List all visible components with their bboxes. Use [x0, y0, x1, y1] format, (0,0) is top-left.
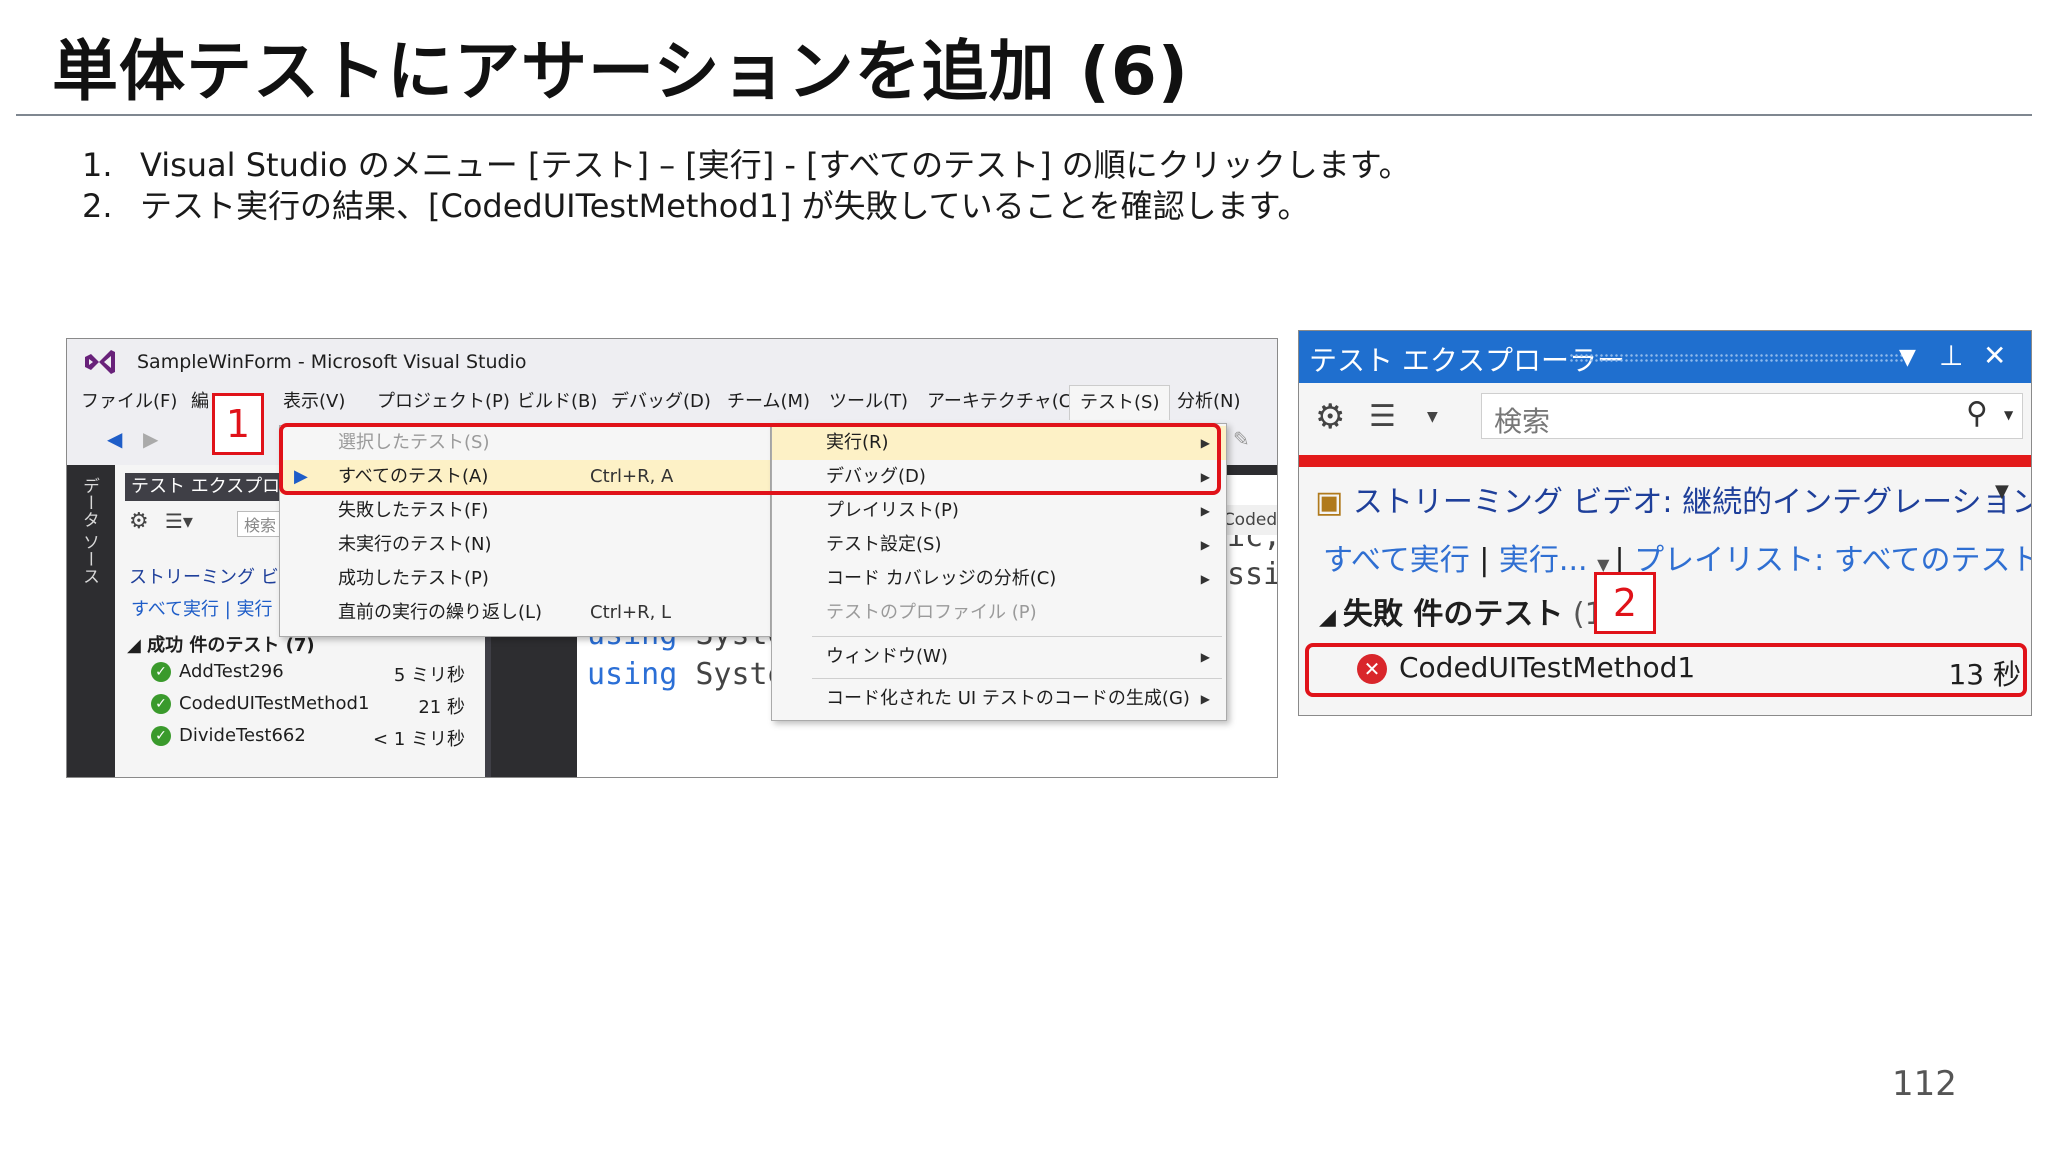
submenu-arrow-icon: ▶ [1200, 572, 1210, 586]
menu-project[interactable]: プロジェクト(P) [377, 385, 510, 419]
step-number: 1. [82, 146, 113, 184]
pin-icon[interactable]: ⊥ [1939, 339, 1963, 372]
menu-item-test-settings[interactable]: テスト設定(S) ▶ [772, 528, 1226, 562]
menu-item-generate-coded-ui[interactable]: コード化された UI テストのコードの生成(G) ▶ [772, 682, 1226, 716]
test-duration: < 1 ミリ秒 [373, 729, 465, 750]
menu-tools[interactable]: ツール(T) [829, 385, 908, 419]
step-1: 1. Visual Studio のメニュー [テスト] – [実行] - [すべ… [82, 140, 1411, 186]
page-number: 112 [1892, 1064, 1957, 1104]
menu-item-playlist[interactable]: プレイリスト(P) ▶ [772, 494, 1226, 528]
menu-item-window[interactable]: ウィンドウ(W) ▶ [772, 640, 1226, 674]
playlist-link[interactable]: ストリーミング ビ [129, 563, 279, 589]
back-icon[interactable]: ◀ [107, 427, 122, 451]
title-divider [16, 114, 2032, 116]
menu-item-repeat-last-run[interactable]: 直前の実行の繰り返し(L) Ctrl+R, L [280, 596, 770, 630]
menu-view[interactable]: 表示(V) [283, 385, 345, 419]
separator: | [1479, 543, 1499, 578]
menu-build[interactable]: ビルド(B) [517, 385, 597, 419]
run-settings-icon[interactable]: ⚙ [1315, 397, 1345, 437]
search-icon[interactable]: ⚲ [1966, 396, 1988, 431]
step-2: 2. テスト実行の結果、[CodedUITestMethod1] が失敗しているこ… [82, 181, 1309, 227]
menu-debug[interactable]: デバッグ(D) [611, 385, 711, 419]
group-label: 失敗 件のテスト [1342, 597, 1564, 632]
run-links: すべて実行 | 実行... ▼ | プレイリスト: すべてのテスト ▼ [1323, 535, 2031, 579]
step-number: 2. [82, 187, 113, 225]
test-explorer-titlebar: テスト エクスプローラー ▼ ⊥ ✕ [1299, 331, 2031, 383]
playlist-filter-link[interactable]: プレイリスト: すべてのテスト [1634, 543, 2031, 578]
group-label: 成功 件のテスト (7) [147, 635, 315, 656]
menu-separator [812, 636, 1222, 637]
side-toolstrip: データ ソース [67, 465, 115, 777]
pass-icon: ✓ [151, 726, 171, 746]
search-input[interactable]: 検索 ⚲ ▼ [1481, 393, 2023, 439]
test-status-bar [1299, 455, 2031, 467]
playlist-link[interactable]: ▣ ストリーミング ビデオ: 継続的インテグレーションの構成▼ [1315, 477, 2031, 521]
run-all-link[interactable]: すべて実行 | 実行 [131, 595, 273, 621]
run-settings-icon[interactable]: ⚙ [129, 509, 149, 534]
menu-file[interactable]: ファイル(F) [81, 385, 177, 419]
menu-separator [812, 678, 1222, 679]
titlebar-grip [1569, 353, 1909, 363]
menu-test[interactable]: テスト(S) [1069, 385, 1171, 420]
test-explorer-screenshot: テスト エクスプローラー ▼ ⊥ ✕ ⚙ ☰ ▼ 検索 ⚲ ▼ ▣ ストリーミン… [1298, 330, 2032, 716]
test-row[interactable]: ✓ AddTest296 5 ミリ秒 [151, 661, 471, 691]
test-row[interactable]: ✓ CodedUITestMethod1 21 秒 [151, 693, 471, 723]
callout-marker: 2 [1594, 572, 1656, 634]
data-sources-tab[interactable]: データ ソース [77, 477, 102, 584]
submenu-arrow-icon: ▶ [1200, 650, 1210, 664]
menu-architecture[interactable]: アーキテクチャ(C) [927, 385, 1078, 419]
search-placeholder: 検索 [1494, 405, 1551, 438]
menu-item-failed-tests[interactable]: 失敗したテスト(F) [280, 494, 770, 528]
chevron-down-icon[interactable]: ▼ [2004, 408, 2013, 422]
code-line: ssions [1227, 557, 1278, 592]
menu-item-passed-tests[interactable]: 成功したテスト(P) [280, 562, 770, 596]
test-name: DivideTest662 [179, 725, 306, 746]
callout-marker: 1 [212, 393, 264, 455]
menu-item-code-coverage[interactable]: コード カバレッジの分析(C) ▶ [772, 562, 1226, 596]
group-by-icon[interactable]: ☰▾ [165, 509, 193, 533]
test-duration: 21 秒 [418, 697, 465, 718]
menu-team[interactable]: チーム(M) [727, 385, 810, 419]
dropdown-icon[interactable]: ▼ [1899, 345, 1916, 370]
submenu-arrow-icon: ▶ [1200, 538, 1210, 552]
step-text: テスト実行の結果、[CodedUITestMethod1] が失敗していることを… [140, 187, 1310, 225]
menu-edit[interactable]: 編 [191, 385, 209, 419]
run-link[interactable]: 実行... [1499, 543, 1588, 578]
submenu-arrow-icon: ▶ [1200, 504, 1210, 518]
test-name: AddTest296 [179, 661, 284, 682]
menu-analyze[interactable]: 分析(N) [1177, 385, 1241, 419]
pass-icon: ✓ [151, 662, 171, 682]
submenu-arrow-icon: ▶ [1200, 692, 1210, 706]
collapse-icon[interactable]: ◢ [1319, 605, 1343, 630]
highlight-box [1305, 643, 2027, 697]
run-all-link[interactable]: すべて実行 [1323, 543, 1470, 578]
close-icon[interactable]: ✕ [1983, 339, 2006, 372]
forward-icon[interactable]: ▶ [143, 427, 158, 451]
vs-window-title: SampleWinForm - Microsoft Visual Studio [137, 351, 527, 373]
test-row[interactable]: ✓ DivideTest662 < 1 ミリ秒 [151, 725, 471, 755]
pass-icon: ✓ [151, 694, 171, 714]
failed-group-header[interactable]: ◢ 失敗 件のテスト (1) [1319, 589, 1615, 633]
group-by-icon[interactable]: ☰ [1369, 399, 1396, 434]
visual-studio-logo-icon [85, 350, 115, 374]
step-text: Visual Studio のメニュー [テスト] – [実行] - [すべての… [140, 146, 1411, 184]
slide-title: 単体テストにアサーションを追加 (6) [52, 33, 1189, 110]
menu-item-not-run-tests[interactable]: 未実行のテスト(N) [280, 528, 770, 562]
highlight-box [279, 423, 1221, 495]
toolbar-icon[interactable]: ✎ [1233, 427, 1250, 451]
vs-titlebar: SampleWinForm - Microsoft Visual Studio [67, 339, 1277, 379]
test-duration: 5 ミリ秒 [393, 665, 465, 686]
test-name: CodedUITestMethod1 [179, 693, 370, 714]
collapse-icon[interactable]: ◢ [127, 635, 147, 656]
playlist-icon: ▣ [1315, 485, 1353, 520]
menu-item-test-profile[interactable]: テストのプロファイル (P) [772, 596, 1226, 630]
chevron-down-icon[interactable]: ▼ [1995, 481, 2009, 502]
chevron-down-icon[interactable]: ▼ [1427, 409, 1438, 425]
